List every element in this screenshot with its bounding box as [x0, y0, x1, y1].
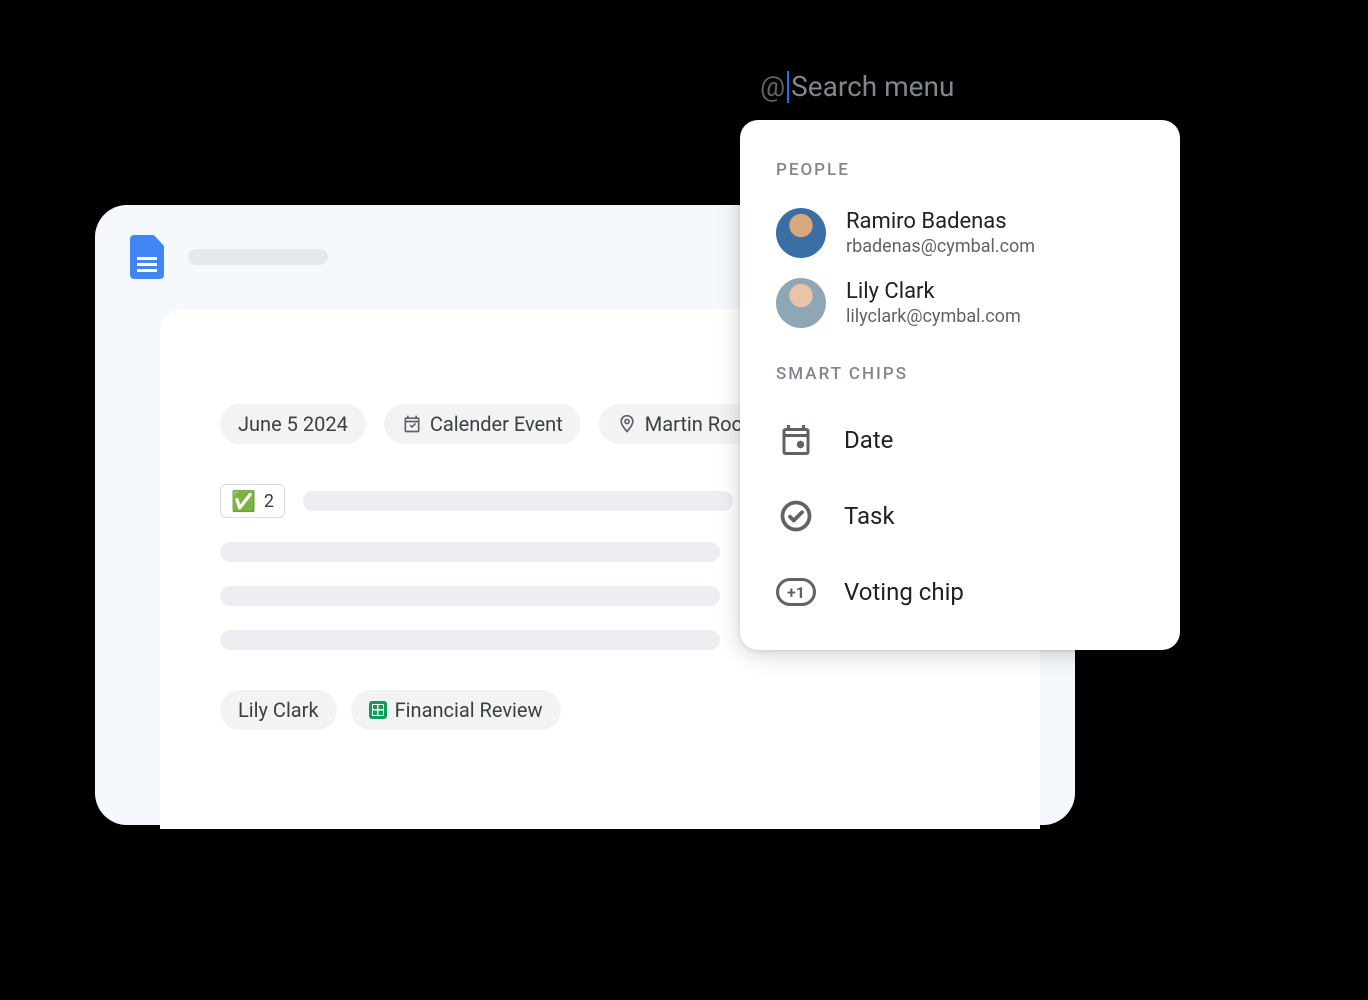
text-placeholder-line — [220, 586, 720, 606]
text-placeholder-line — [220, 630, 720, 650]
calendar-icon — [402, 414, 422, 434]
event-chip-label: Calender Event — [430, 412, 563, 436]
task-check-icon — [776, 496, 816, 536]
mention-trigger[interactable]: @ Search menu — [760, 70, 954, 103]
person-name: Lily Clark — [846, 279, 1021, 304]
people-section-header: PEOPLE — [740, 150, 1180, 198]
chip-option-voting[interactable]: +1 Voting chip — [740, 554, 1180, 630]
person-chip-label: Lily Clark — [238, 698, 319, 722]
search-placeholder: Search menu — [791, 70, 954, 103]
check-emoji-icon: ✅ — [231, 489, 256, 513]
date-chip-label: June 5 2024 — [238, 412, 348, 436]
smart-chips-popup: PEOPLE Ramiro Badenas rbadenas@cymbal.co… — [740, 120, 1180, 650]
person-option-ramiro[interactable]: Ramiro Badenas rbadenas@cymbal.com — [740, 198, 1180, 268]
person-email: rbadenas@cymbal.com — [846, 236, 1035, 257]
bottom-chip-row: Lily Clark Financial Review — [220, 690, 980, 730]
chip-option-label: Task — [844, 502, 895, 530]
person-option-lily[interactable]: Lily Clark lilyclark@cymbal.com — [740, 268, 1180, 338]
text-placeholder-line — [303, 491, 733, 511]
at-symbol: @ — [760, 70, 785, 103]
text-placeholder-line — [220, 542, 720, 562]
avatar — [776, 208, 826, 258]
person-name: Ramiro Badenas — [846, 209, 1035, 234]
google-docs-icon — [130, 235, 164, 279]
calendar-event-chip[interactable]: Calender Event — [384, 404, 581, 444]
vote-count: 2 — [264, 491, 274, 512]
smart-chips-section-header: SMART CHIPS — [740, 338, 1180, 402]
person-chip[interactable]: Lily Clark — [220, 690, 337, 730]
person-email: lilyclark@cymbal.com — [846, 306, 1021, 327]
avatar — [776, 278, 826, 328]
text-cursor — [787, 71, 789, 103]
chip-option-label: Voting chip — [844, 578, 964, 606]
sheets-icon — [369, 701, 387, 719]
file-chip[interactable]: Financial Review — [351, 690, 561, 730]
chip-option-label: Date — [844, 426, 893, 454]
file-chip-label: Financial Review — [395, 698, 543, 722]
calendar-date-icon — [776, 420, 816, 460]
plus-one-icon: +1 — [776, 572, 816, 612]
voting-chip[interactable]: ✅ 2 — [220, 484, 285, 518]
date-chip[interactable]: June 5 2024 — [220, 404, 366, 444]
chip-option-date[interactable]: Date — [740, 402, 1180, 478]
document-title-placeholder — [188, 249, 328, 265]
location-icon — [617, 414, 637, 434]
chip-option-task[interactable]: Task — [740, 478, 1180, 554]
